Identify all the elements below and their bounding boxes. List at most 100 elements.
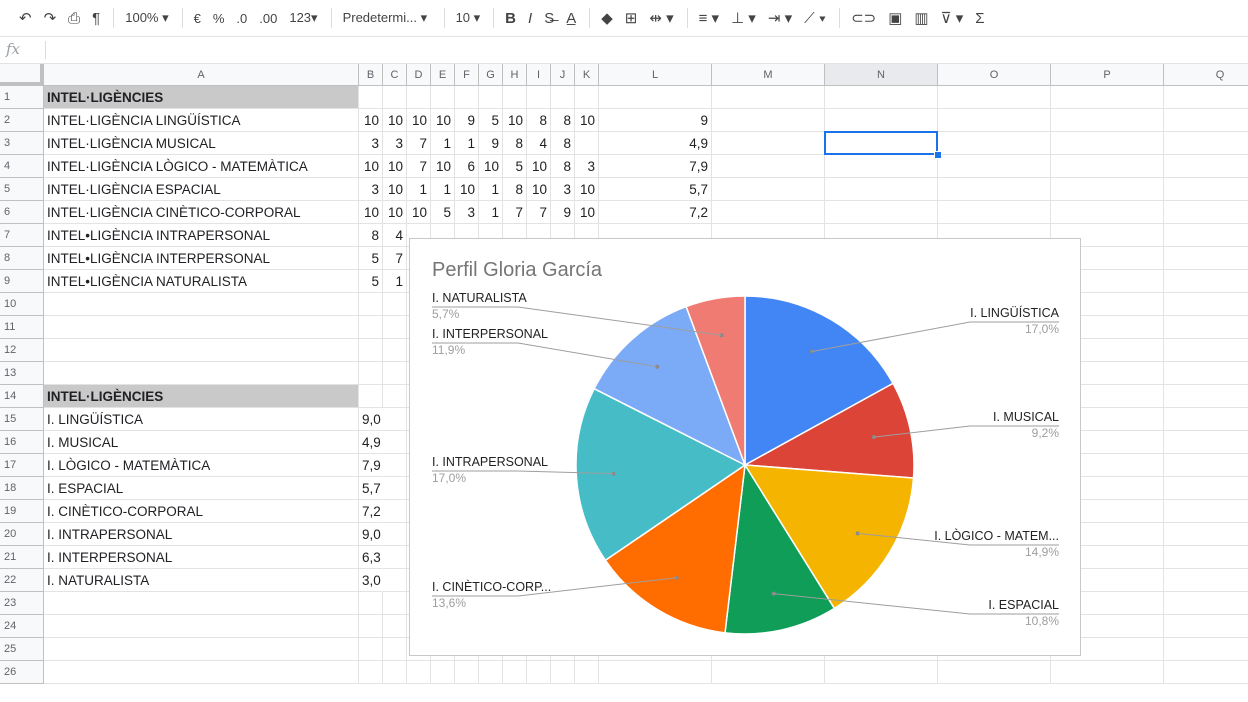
row-header-10[interactable]: 10 (0, 293, 44, 316)
cell-e5[interactable]: 1 (431, 178, 455, 201)
cell-h4[interactable]: 5 (503, 155, 527, 178)
column-header-g[interactable]: G (479, 64, 503, 86)
cell-h6[interactable]: 7 (503, 201, 527, 224)
print-icon[interactable]: ⎙ (63, 5, 85, 31)
cell-j2[interactable]: 8 (551, 109, 575, 132)
cell-d5[interactable]: 1 (407, 178, 431, 201)
cell-b9[interactable]: 5 (359, 270, 383, 293)
cell-q6[interactable] (1164, 201, 1248, 224)
cell-e6[interactable]: 5 (431, 201, 455, 224)
cell-q24[interactable] (1164, 615, 1248, 638)
cell-a20[interactable]: I. INTRAPERSONAL (44, 523, 359, 546)
cell-a14[interactable]: INTEL·LIGÈNCIES (44, 385, 359, 408)
cell-d2[interactable]: 10 (407, 109, 431, 132)
select-all-corner[interactable] (0, 64, 44, 86)
vertical-align-icon[interactable]: ⊥ ▾ (726, 5, 761, 31)
cell-c11[interactable] (383, 316, 407, 339)
cell-b3[interactable]: 3 (359, 132, 383, 155)
row-header-11[interactable]: 11 (0, 316, 44, 339)
text-wrap-icon[interactable]: ⇥ ▾ (763, 5, 797, 31)
cell-p4[interactable] (1051, 155, 1164, 178)
cell-c15[interactable] (383, 408, 407, 431)
cell-c1[interactable] (383, 86, 407, 109)
cell-a26[interactable] (44, 661, 359, 684)
column-header-k[interactable]: K (575, 64, 599, 86)
cell-q26[interactable] (1164, 661, 1248, 684)
cell-q11[interactable] (1164, 316, 1248, 339)
cell-c21[interactable] (383, 546, 407, 569)
cell-q2[interactable] (1164, 109, 1248, 132)
cell-b18[interactable]: 5,7 (359, 477, 383, 500)
cell-j3[interactable]: 8 (551, 132, 575, 155)
cell-d1[interactable] (407, 86, 431, 109)
row-header-23[interactable]: 23 (0, 592, 44, 615)
row-header-2[interactable]: 2 (0, 109, 44, 132)
cell-a3[interactable]: INTEL·LIGÈNCIA MUSICAL (44, 132, 359, 155)
cell-a7[interactable]: INTEL•LIGÈNCIA INTRAPERSONAL (44, 224, 359, 247)
cell-i3[interactable]: 4 (527, 132, 551, 155)
cell-b6[interactable]: 10 (359, 201, 383, 224)
cell-c2[interactable]: 10 (383, 109, 407, 132)
row-header-9[interactable]: 9 (0, 270, 44, 293)
cell-h2[interactable]: 10 (503, 109, 527, 132)
cell-a10[interactable] (44, 293, 359, 316)
cell-a21[interactable]: I. INTERPERSONAL (44, 546, 359, 569)
cell-o26[interactable] (938, 661, 1051, 684)
fill-color-icon[interactable]: ◆ (596, 5, 618, 31)
cell-o6[interactable] (938, 201, 1051, 224)
cell-q3[interactable] (1164, 132, 1248, 155)
cell-q7[interactable] (1164, 224, 1248, 247)
cell-m4[interactable] (712, 155, 825, 178)
cell-b8[interactable]: 5 (359, 247, 383, 270)
cell-m5[interactable] (712, 178, 825, 201)
cell-n5[interactable] (825, 178, 938, 201)
cell-e26[interactable] (431, 661, 455, 684)
currency-format-button[interactable]: € (189, 5, 206, 31)
cell-k6[interactable]: 10 (575, 201, 599, 224)
cell-c12[interactable] (383, 339, 407, 362)
row-header-17[interactable]: 17 (0, 454, 44, 477)
cell-f5[interactable]: 10 (455, 178, 479, 201)
cell-b1[interactable] (359, 86, 383, 109)
cell-j1[interactable] (551, 86, 575, 109)
cell-c5[interactable]: 10 (383, 178, 407, 201)
cell-h3[interactable]: 8 (503, 132, 527, 155)
cell-i26[interactable] (527, 661, 551, 684)
cell-g5[interactable]: 1 (479, 178, 503, 201)
cell-a22[interactable]: I. NATURALISTA (44, 569, 359, 592)
cell-l2[interactable]: 9 (599, 109, 712, 132)
cell-c18[interactable] (383, 477, 407, 500)
cell-k2[interactable]: 10 (575, 109, 599, 132)
cell-g6[interactable]: 1 (479, 201, 503, 224)
cell-i5[interactable]: 10 (527, 178, 551, 201)
cell-b4[interactable]: 10 (359, 155, 383, 178)
cell-b2[interactable]: 10 (359, 109, 383, 132)
cell-o1[interactable] (938, 86, 1051, 109)
cell-j6[interactable]: 9 (551, 201, 575, 224)
cell-p26[interactable] (1051, 661, 1164, 684)
cell-o4[interactable] (938, 155, 1051, 178)
functions-icon[interactable]: Σ (970, 5, 989, 31)
cell-c14[interactable] (383, 385, 407, 408)
cell-f4[interactable]: 6 (455, 155, 479, 178)
column-header-l[interactable]: L (599, 64, 712, 86)
cell-f1[interactable] (455, 86, 479, 109)
cell-c4[interactable]: 10 (383, 155, 407, 178)
italic-button[interactable]: I (523, 5, 537, 31)
cell-b20[interactable]: 9,0 (359, 523, 383, 546)
cell-q4[interactable] (1164, 155, 1248, 178)
row-header-15[interactable]: 15 (0, 408, 44, 431)
cell-p5[interactable] (1051, 178, 1164, 201)
filter-icon[interactable]: ⊽ ▾ (936, 5, 969, 31)
cell-q14[interactable] (1164, 385, 1248, 408)
cell-m3[interactable] (712, 132, 825, 155)
cell-k1[interactable] (575, 86, 599, 109)
cell-a9[interactable]: INTEL•LIGÈNCIA NATURALISTA (44, 270, 359, 293)
cell-p2[interactable] (1051, 109, 1164, 132)
column-header-i[interactable]: I (527, 64, 551, 86)
cell-a12[interactable] (44, 339, 359, 362)
insert-comment-icon[interactable]: ▣ (883, 5, 907, 31)
cell-a24[interactable] (44, 615, 359, 638)
paint-format-icon[interactable]: ¶ (87, 5, 105, 31)
row-header-22[interactable]: 22 (0, 569, 44, 592)
